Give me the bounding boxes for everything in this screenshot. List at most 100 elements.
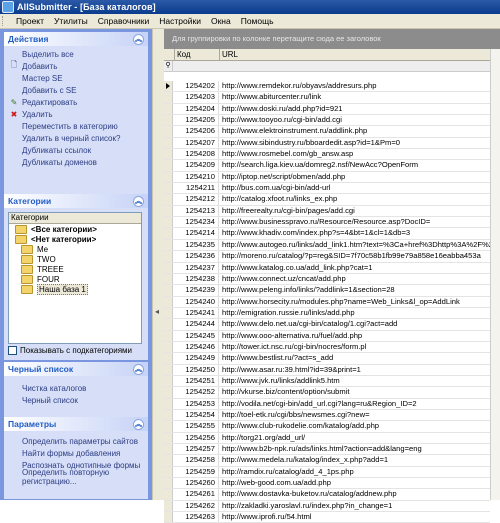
- cell-code[interactable]: 1254262: [173, 500, 219, 512]
- table-row[interactable]: 1254208 http://www.rosmebel.com/gb_answ.a…: [164, 149, 490, 161]
- cell-url[interactable]: http://www.rosmebel.com/gb_answ.asp: [219, 149, 490, 159]
- cell-code[interactable]: 1254258: [173, 455, 219, 466]
- category-item-selected[interactable]: Наша база 1: [9, 283, 141, 295]
- table-row[interactable]: 1254257 http://www.b2b-npk.ru/ads/links.h…: [164, 444, 490, 456]
- cell-code[interactable]: 1254207: [173, 137, 219, 149]
- show-subcategories-checkbox[interactable]: [8, 346, 17, 355]
- table-row[interactable]: 1254214 http://www.khadiv.com/index.php?s…: [164, 228, 490, 240]
- table-row[interactable]: 1254263 http://www.iprofi.ru/54.html: [164, 512, 490, 523]
- cell-url[interactable]: http://zakladki.yaroslavl.ru/index.php?i…: [219, 501, 490, 511]
- row-indicator[interactable]: [164, 251, 173, 262]
- table-row[interactable]: 1254261 http://www.dostavka-buketov.ru/ca…: [164, 489, 490, 501]
- row-indicator[interactable]: [164, 273, 173, 285]
- cell-code[interactable]: 1254211: [173, 183, 219, 194]
- cell-code[interactable]: 1254203: [173, 92, 219, 103]
- category-list[interactable]: Категории <Все категории> <Нет категории…: [8, 212, 142, 344]
- table-row[interactable]: 1254237 http://www.katalog.co.ua/add_link…: [164, 262, 490, 274]
- table-row[interactable]: 1254250 http://www.asar.ru:39.html?id=39&…: [164, 364, 490, 376]
- cell-url[interactable]: http://www.autogeo.ru/links/add_link1.ht…: [219, 240, 490, 250]
- cell-code[interactable]: 1254245: [173, 330, 219, 341]
- menu-utilities[interactable]: Утилиты: [49, 16, 93, 26]
- collapse-icon[interactable]: ︽: [133, 418, 144, 430]
- cell-url[interactable]: http://www.businesspravo.ru/Resource/Res…: [219, 217, 490, 227]
- cell-code[interactable]: 1254208: [173, 149, 219, 160]
- cell-code[interactable]: 1254213: [173, 205, 219, 217]
- row-indicator[interactable]: [164, 194, 173, 205]
- table-row[interactable]: 1254239 http://www.peleng.info/links/?add…: [164, 285, 490, 297]
- row-indicator[interactable]: [164, 205, 173, 217]
- cell-url[interactable]: http://www.elektroinstrument.ru/addlink.…: [219, 126, 490, 136]
- menu-help[interactable]: Помощь: [236, 16, 279, 26]
- cell-code[interactable]: 1254257: [173, 444, 219, 455]
- cell-url[interactable]: http://www.dostavka-buketov.ru/catalog/a…: [219, 489, 490, 499]
- blacklist-panel-header[interactable]: Черный список ︽: [4, 362, 148, 376]
- row-indicator[interactable]: [164, 432, 173, 443]
- cell-url[interactable]: http://www.delo.net.ua/cgi-bin/catalog/1…: [219, 319, 490, 329]
- table-row[interactable]: 1254241 http://emigration.russie.ru/links…: [164, 307, 490, 320]
- cell-code[interactable]: 1254209: [173, 160, 219, 171]
- menu-windows[interactable]: Окна: [206, 16, 236, 26]
- cell-code[interactable]: 1254234: [173, 217, 219, 228]
- table-row[interactable]: 1254210 http://iptop.net/script/obmen/add…: [164, 171, 490, 184]
- table-row[interactable]: 1254246 http://tower.ict.nsc.ru/cgi-bin/n…: [164, 341, 490, 354]
- category-item[interactable]: TWO: [9, 254, 141, 264]
- task-blacklist[interactable]: Черный список: [4, 394, 148, 406]
- cell-url[interactable]: http://www.remdekor.ru/obyavs/addresurs.…: [219, 81, 490, 91]
- cell-url[interactable]: http://emigration.russie.ru/links/add.ph…: [219, 308, 490, 318]
- cell-url[interactable]: http://www.b2b-npk.ru/ads/links.html?act…: [219, 444, 490, 454]
- table-row[interactable]: 1254207 http://www.sibindustry.ru/bboarde…: [164, 137, 490, 150]
- column-header-url[interactable]: URL: [220, 49, 500, 60]
- row-indicator[interactable]: [164, 149, 173, 160]
- cell-url[interactable]: http://moreno.ru/catalog/?p=reg&SID=7f70…: [219, 251, 490, 261]
- cell-code[interactable]: 1254251: [173, 375, 219, 387]
- table-row[interactable]: 1254258 http://www.medela.ru/katalog/inde…: [164, 455, 490, 467]
- column-header-code[interactable]: Код: [175, 49, 220, 60]
- collapse-icon[interactable]: ︽: [133, 363, 144, 375]
- cell-code[interactable]: 1254260: [173, 478, 219, 489]
- cell-code[interactable]: 1254256: [173, 432, 219, 443]
- task-delete[interactable]: ✖ Удалить: [4, 108, 148, 120]
- row-indicator[interactable]: [164, 137, 173, 149]
- cell-url[interactable]: http://www.medela.ru/katalog/index_x.php…: [219, 455, 490, 465]
- vertical-scrollbar[interactable]: [490, 49, 500, 500]
- table-row[interactable]: 1254249 http://www.bestlist.ru/?act=s_add: [164, 353, 490, 365]
- task-master-se[interactable]: Мастер SE: [4, 72, 148, 84]
- categories-panel-header[interactable]: Категории ︽: [4, 194, 148, 208]
- cell-url[interactable]: http://www.jvk.ru/links/addlink5.htm: [219, 376, 490, 386]
- task-link-duplicates[interactable]: Дубликаты ссылок: [4, 144, 148, 156]
- cell-code[interactable]: 1254214: [173, 228, 219, 239]
- filter-row[interactable]: ⚲: [164, 61, 500, 72]
- table-row[interactable]: 1254260 http://web-good.com.ua/add.php: [164, 478, 490, 490]
- cell-url[interactable]: http://web-good.com.ua/add.php: [219, 478, 490, 488]
- category-item[interactable]: <Все категории>: [9, 224, 141, 234]
- table-row[interactable]: 1254205 http://www.tooyoo.ru/cgi-bin/add.…: [164, 115, 490, 127]
- row-indicator[interactable]: [164, 500, 173, 512]
- cell-code[interactable]: 1254241: [173, 307, 219, 319]
- table-row[interactable]: 1254253 http://vodila.net/cgi-bin/add_url…: [164, 398, 490, 410]
- task-domain-duplicates[interactable]: Дубликаты доменов: [4, 156, 148, 168]
- cell-code[interactable]: 1254254: [173, 409, 219, 421]
- row-indicator[interactable]: [164, 228, 173, 239]
- parameters-panel-header[interactable]: Параметры ︽: [4, 417, 148, 431]
- table-row[interactable]: 1254213 http://freerealty.ru/cgi-bin/page…: [164, 205, 490, 218]
- row-indicator[interactable]: [164, 92, 173, 103]
- table-row[interactable]: 1254256 http://torg21.org/add_url/: [164, 432, 490, 444]
- cell-code[interactable]: 1254212: [173, 194, 219, 205]
- cell-url[interactable]: http://www.tooyoo.ru/cgi-bin/add.cgi: [219, 115, 490, 125]
- row-indicator[interactable]: [164, 307, 173, 319]
- table-row[interactable]: 1254234 http://www.businesspravo.ru/Resou…: [164, 217, 490, 229]
- row-indicator[interactable]: [164, 239, 173, 251]
- collapse-icon[interactable]: ︽: [133, 33, 144, 45]
- task-delete-to-blacklist[interactable]: Удалить в черный список?: [4, 132, 148, 144]
- cell-code[interactable]: 1254259: [173, 466, 219, 478]
- cell-url[interactable]: http://freerealty.ru/cgi-bin/pages/add.c…: [219, 206, 490, 216]
- cell-url[interactable]: http://catalog.xfoot.ru/links_ex.php: [219, 194, 490, 204]
- row-indicator[interactable]: [164, 285, 173, 296]
- actions-panel-header[interactable]: Действия ︽: [4, 32, 148, 46]
- cell-code[interactable]: 1254261: [173, 489, 219, 500]
- menu-references[interactable]: Справочники: [93, 16, 155, 26]
- cell-code[interactable]: 1254210: [173, 171, 219, 183]
- table-row[interactable]: 1254209 http://search.liga.kiev.ua/domreg…: [164, 160, 490, 172]
- table-row[interactable]: 1254236 http://moreno.ru/catalog/?p=reg&S…: [164, 251, 490, 263]
- table-row[interactable]: 1254251 http://www.jvk.ru/links/addlink5.…: [164, 375, 490, 388]
